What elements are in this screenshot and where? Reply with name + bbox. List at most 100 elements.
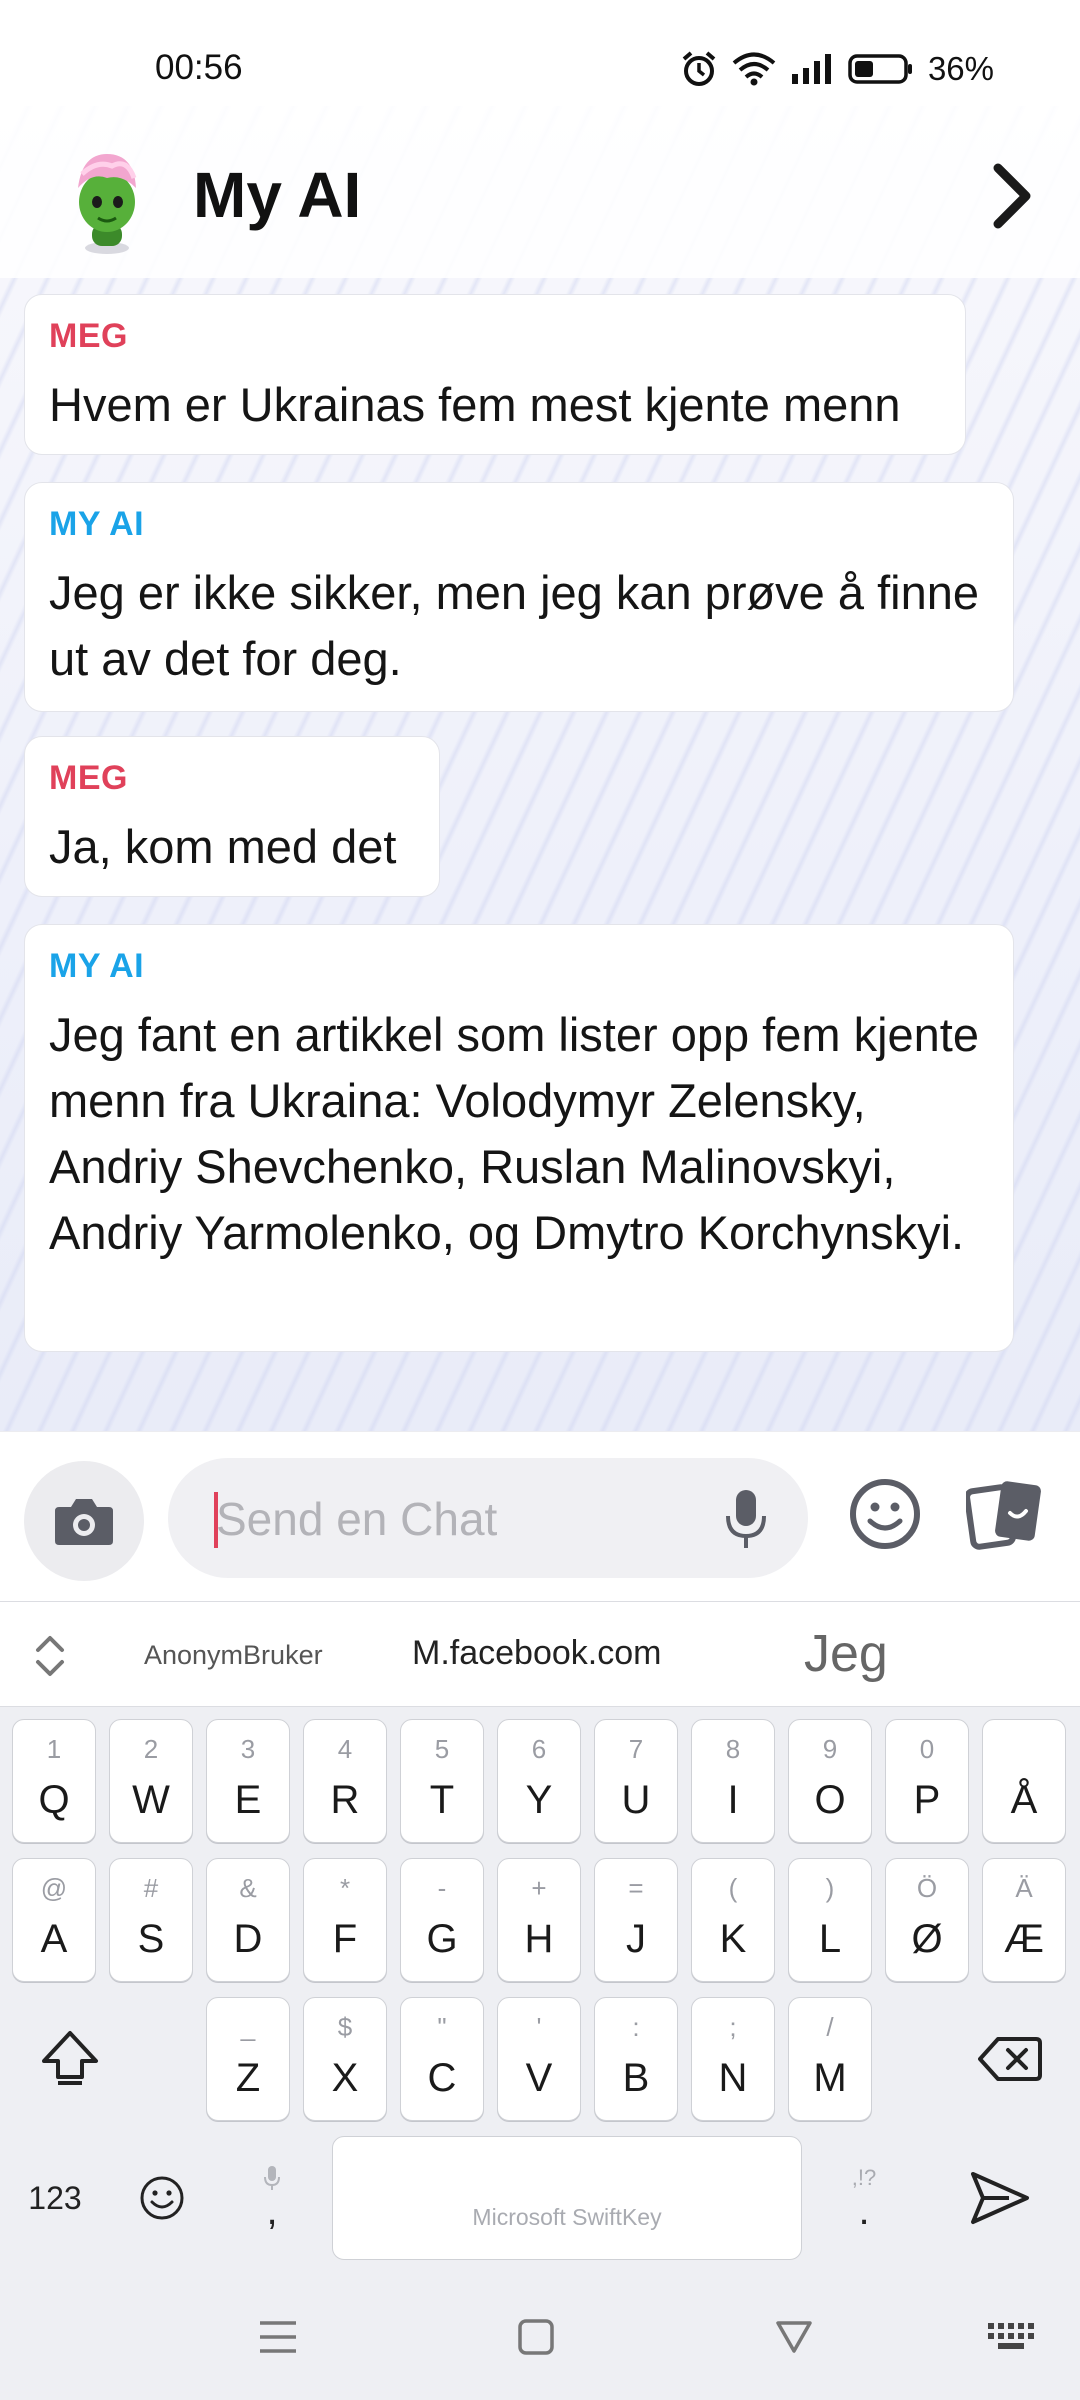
chat-input[interactable] (214, 1480, 678, 1558)
key-y[interactable]: 6Y (497, 1719, 581, 1843)
sticker-icon[interactable] (966, 1477, 1044, 1551)
key-hint: " (437, 2012, 447, 2042)
chevron-right-icon[interactable] (982, 158, 1042, 234)
key-i[interactable]: 8I (691, 1719, 775, 1843)
chat-input-field[interactable] (168, 1458, 808, 1578)
key-oe[interactable]: ÖØ (885, 1858, 969, 1982)
key-ae[interactable]: ÄÆ (982, 1858, 1066, 1982)
microphone-icon[interactable] (724, 1488, 768, 1550)
key-hint: _ (240, 2012, 256, 2042)
back-icon[interactable] (774, 2317, 814, 2357)
key-label: Z (235, 2056, 261, 2100)
emoji-icon (140, 2176, 184, 2220)
status-icons: 36% (680, 50, 994, 88)
key-hint: 0 (919, 1734, 935, 1764)
key-label: A (40, 1917, 68, 1961)
key-j[interactable]: = J (594, 1858, 678, 1982)
keyboard-hide-icon[interactable] (986, 2319, 1036, 2355)
comma-key[interactable]: , (230, 2136, 314, 2260)
key-u[interactable]: 7U (594, 1719, 678, 1843)
numbers-key[interactable]: 123 (10, 2136, 100, 2260)
key-l[interactable]: ) L (788, 1858, 872, 1982)
key-b[interactable]: :B (594, 1997, 678, 2121)
key-hint: = (628, 1873, 644, 1903)
key-hint: $ (337, 2012, 353, 2042)
key-hint: ) (825, 1873, 835, 1903)
key-q[interactable]: 1Q (12, 1719, 96, 1843)
key-a[interactable]: @ A (12, 1858, 96, 1982)
key-label: Q (38, 1778, 70, 1822)
period-hint: ,!? (851, 2165, 877, 2190)
key-t[interactable]: 5T (400, 1719, 484, 1843)
space-bar[interactable]: Microsoft SwiftKey (332, 2136, 802, 2260)
numbers-key-label: 123 (28, 2179, 82, 2216)
message-text: Hvem er Ukrainas fem mest kjente menn (49, 378, 901, 431)
key-k[interactable]: (K (691, 1858, 775, 1982)
expand-toolbar-icon[interactable] (30, 1632, 70, 1680)
key-r[interactable]: 4R (303, 1719, 387, 1843)
home-icon[interactable] (516, 2317, 556, 2357)
camera-button[interactable] (24, 1461, 144, 1581)
key-w[interactable]: 2W (109, 1719, 193, 1843)
key-hint: 5 (434, 1734, 450, 1764)
key-label: P (913, 1778, 941, 1822)
key-label: Æ (1004, 1917, 1044, 1961)
message-bubble: MY AI Jeg er ikke sikker, men jeg kan pr… (24, 482, 1014, 712)
suggestion-item[interactable]: AnonymBruker (144, 1640, 323, 1671)
backspace-key[interactable] (960, 1997, 1060, 2121)
key-hint: - (437, 1873, 447, 1903)
key-n[interactable]: ; N (691, 1997, 775, 2121)
key-label: M (813, 2056, 847, 2100)
suggestion-item[interactable]: M.facebook.com (412, 1634, 661, 1673)
key-label: S (137, 1917, 165, 1961)
avatar[interactable] (52, 144, 162, 254)
key-label: T (429, 1778, 455, 1822)
key-d[interactable]: & D (206, 1858, 290, 1982)
suggestion-bar: AnonymBruker M.facebook.com Jeg (0, 1601, 1080, 1707)
emoji-key[interactable] (120, 2136, 204, 2260)
key-hint: * (339, 1873, 351, 1903)
key-label: D (233, 1917, 263, 1961)
emoji-icon[interactable] (848, 1477, 922, 1551)
status-bar: 00:56 36% (0, 0, 1080, 106)
key-h[interactable]: + H (497, 1858, 581, 1982)
key-m[interactable]: / M (788, 1997, 872, 2121)
key-hint: 1 (46, 1734, 62, 1764)
key-z[interactable]: _ Z (206, 1997, 290, 2121)
send-key[interactable] (950, 2136, 1050, 2260)
key-aa[interactable]: Å (982, 1719, 1066, 1843)
key-s[interactable]: # S (109, 1858, 193, 1982)
period-key[interactable]: ,!? . (822, 2136, 906, 2260)
key-hint: 3 (240, 1734, 256, 1764)
key-hint: + (531, 1873, 547, 1903)
key-label: R (330, 1778, 360, 1822)
key-e[interactable]: 3E (206, 1719, 290, 1843)
key-hint: 9 (822, 1734, 838, 1764)
status-time: 00:56 (155, 48, 243, 87)
key-hint: : (632, 2012, 640, 2042)
comma-label: , (266, 2189, 278, 2233)
key-label: Y (525, 1778, 553, 1822)
chat-input-bar (0, 1431, 1080, 1602)
backspace-icon (978, 2037, 1042, 2081)
key-f[interactable]: * F (303, 1858, 387, 1982)
key-label: G (426, 1917, 458, 1961)
keyboard: AnonymBruker M.facebook.com Jeg 1Q 2W 3E… (0, 1601, 1080, 2400)
key-v[interactable]: ' V (497, 1997, 581, 2121)
send-icon (971, 2172, 1029, 2224)
key-g[interactable]: -G (400, 1858, 484, 1982)
wifi-icon (732, 52, 776, 86)
key-x[interactable]: $ X (303, 1997, 387, 2121)
suggestion-item[interactable]: Jeg (804, 1624, 888, 1684)
shift-key[interactable] (20, 1997, 120, 2121)
key-c[interactable]: " C (400, 1997, 484, 2121)
key-hint: 2 (143, 1734, 159, 1764)
key-hint: 7 (628, 1734, 644, 1764)
menu-icon[interactable] (258, 2317, 298, 2357)
message-bubble: MEG Hvem er Ukrainas fem mest kjente men… (24, 294, 966, 455)
key-p[interactable]: 0P (885, 1719, 969, 1843)
page-title: My AI (193, 159, 362, 231)
alarm-icon (682, 51, 716, 86)
microphone-icon (264, 2166, 280, 2190)
key-o[interactable]: 9O (788, 1719, 872, 1843)
